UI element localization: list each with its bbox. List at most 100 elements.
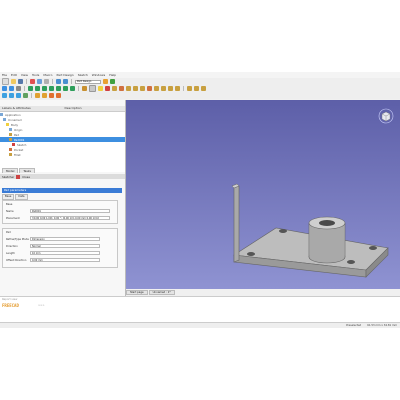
offset-input[interactable]: 0.00 mm (30, 258, 100, 262)
tab-tasks[interactable]: Tasks (19, 168, 35, 173)
chamfer-icon[interactable] (161, 86, 166, 91)
tree-item[interactable]: Fillet (0, 152, 125, 157)
direction-select[interactable]: Normal (30, 244, 100, 248)
status-dimensions: 61.53 mm x 34.81 mm (367, 324, 397, 327)
fit-selection-icon[interactable] (9, 86, 14, 91)
revolution-icon[interactable] (126, 86, 131, 91)
polar-pattern-icon[interactable] (201, 86, 206, 91)
datum-line-icon[interactable] (9, 93, 14, 98)
tree-header-description[interactable]: Description (63, 106, 126, 111)
thickness-icon[interactable] (175, 86, 180, 91)
cut-icon[interactable] (30, 79, 35, 84)
rod[interactable] (233, 185, 240, 263)
name-row: Name Pad001 (6, 209, 110, 213)
mount-hole[interactable] (247, 252, 255, 256)
tree-header-labels[interactable]: Labels & Attributes (0, 106, 63, 111)
feature-toolbar (0, 92, 400, 99)
3d-viewport[interactable] (126, 100, 400, 289)
mount-hole[interactable] (347, 260, 355, 264)
pad-icon[interactable] (112, 86, 117, 91)
measure-icon[interactable] (82, 86, 87, 91)
status-message: Preselected (346, 324, 362, 327)
navigation-cube-icon[interactable] (378, 108, 394, 124)
mirror-icon[interactable] (187, 86, 192, 91)
tab-unnamed[interactable]: Unnamed : 1* (148, 290, 175, 295)
type-select[interactable]: Dimension (30, 237, 100, 241)
hole-icon[interactable] (147, 86, 152, 91)
view-left-icon[interactable] (70, 86, 75, 91)
menu-help[interactable]: Help (109, 73, 116, 77)
console-banner: FREECAD (2, 303, 19, 308)
undo-icon[interactable] (56, 79, 61, 84)
view-front-icon[interactable] (35, 86, 40, 91)
pipe-icon[interactable] (140, 86, 145, 91)
boss-bore[interactable] (319, 220, 335, 226)
copy-icon[interactable] (37, 79, 42, 84)
part-icon[interactable] (89, 85, 96, 92)
tab-model[interactable]: Model (2, 168, 19, 173)
view-iso-icon[interactable] (28, 86, 33, 91)
new-icon[interactable] (2, 78, 9, 85)
placement-row: Placement [(0.00 0.00 1.00); 0.00 °; (0.… (6, 216, 110, 220)
workbench-selector[interactable]: Part Design (75, 79, 101, 84)
open-icon[interactable] (11, 79, 16, 84)
draw-style-icon[interactable] (16, 86, 21, 91)
combo-view: Labels & Attributes Description Applicat… (0, 100, 126, 320)
close-button[interactable]: Close (22, 175, 30, 179)
redo-icon[interactable] (63, 79, 68, 84)
status-bar: Preselected 61.53 mm x 34.81 mm (0, 322, 400, 328)
name-field[interactable]: Pad001 (30, 209, 110, 213)
freecad-window: File Edit View Tools Macro Part Design S… (0, 72, 400, 328)
menu-part-design[interactable]: Part Design (56, 73, 73, 77)
sketch-icon[interactable] (105, 86, 110, 91)
file-toolbar: Part Design (0, 78, 400, 85)
view-right-icon[interactable] (49, 86, 54, 91)
subtractive-box-icon[interactable] (49, 93, 54, 98)
view-toolbar (0, 85, 400, 92)
toolbar-separator (24, 86, 25, 91)
pad-icon (9, 138, 12, 141)
body-icon[interactable] (98, 86, 103, 91)
shape-binder-icon[interactable] (23, 93, 28, 98)
fit-all-icon[interactable] (2, 86, 7, 91)
subtractive-cylinder-icon[interactable] (56, 93, 61, 98)
group-title: Base (6, 202, 13, 206)
linear-pattern-icon[interactable] (194, 86, 199, 91)
menu-windows[interactable]: Windows (92, 73, 105, 77)
task-header: Sketcher Close (0, 174, 125, 179)
document-tabs: Start page Unnamed : 1* (126, 290, 175, 295)
close-icon[interactable] (16, 174, 21, 179)
mount-hole[interactable] (369, 246, 377, 250)
menu-tools[interactable]: Tools (32, 73, 39, 77)
tab-start-page[interactable]: Start page (126, 290, 148, 295)
view-bottom-icon[interactable] (63, 86, 68, 91)
draft-icon[interactable] (168, 86, 173, 91)
menu-macro[interactable]: Macro (43, 73, 52, 77)
menu-sketch[interactable]: Sketch (78, 73, 88, 77)
pocket-icon[interactable] (119, 86, 124, 91)
save-icon[interactable] (18, 79, 23, 84)
menu-view[interactable]: View (21, 73, 28, 77)
field-row: Direction Normal (6, 244, 100, 248)
combo-tabs: Model Tasks (2, 168, 35, 173)
part-model[interactable] (126, 100, 400, 289)
loft-icon[interactable] (133, 86, 138, 91)
fillet-icon[interactable] (154, 86, 159, 91)
paste-icon[interactable] (44, 79, 49, 84)
length-input[interactable]: 10 mm (30, 251, 100, 255)
mount-hole[interactable] (279, 229, 287, 233)
python-prompt[interactable]: >>> (38, 304, 45, 307)
additive-box-icon[interactable] (35, 93, 40, 98)
datum-point-icon[interactable] (2, 93, 7, 98)
view-top-icon[interactable] (42, 86, 47, 91)
menu-file[interactable]: File (2, 73, 7, 77)
view-rear-icon[interactable] (56, 86, 61, 91)
macro-run-icon[interactable] (110, 79, 115, 84)
datum-plane-icon[interactable] (16, 93, 21, 98)
fillet-icon (9, 153, 12, 156)
menu-edit[interactable]: Edit (11, 73, 17, 77)
placement-field[interactable]: [(0.00 0.00 1.00); 0.00 °; (0.00 mm 0.00… (30, 216, 110, 220)
macro-record-icon[interactable] (103, 79, 108, 84)
task-header-label: Sketcher (2, 174, 15, 179)
additive-cylinder-icon[interactable] (42, 93, 47, 98)
